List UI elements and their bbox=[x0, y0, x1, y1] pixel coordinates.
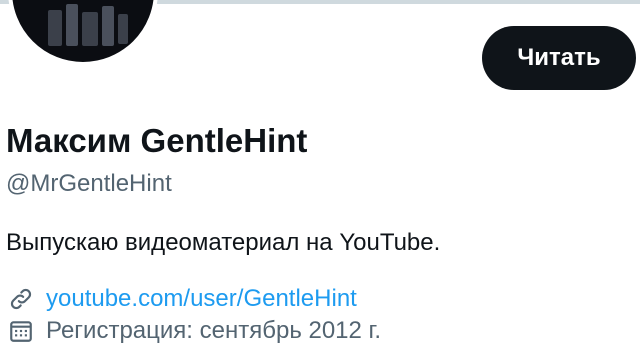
profile-joined-row: Регистрация: сентябрь 2012 г. bbox=[6, 316, 381, 346]
profile-website-link[interactable]: youtube.com/user/GentleHint bbox=[46, 285, 357, 313]
profile-bio: Выпускаю видеоматериал на YouTube. bbox=[6, 229, 441, 256]
profile-website-row: youtube.com/user/GentleHint bbox=[6, 284, 357, 314]
calendar-icon bbox=[6, 316, 36, 346]
link-icon bbox=[6, 284, 36, 314]
avatar[interactable] bbox=[8, 0, 158, 66]
follow-button[interactable]: Читать bbox=[482, 26, 636, 90]
profile-joined-date: Регистрация: сентябрь 2012 г. bbox=[46, 317, 382, 344]
profile-display-name: Максим GentleHint bbox=[6, 122, 308, 159]
profile-handle: @MrGentleHint bbox=[6, 170, 172, 197]
